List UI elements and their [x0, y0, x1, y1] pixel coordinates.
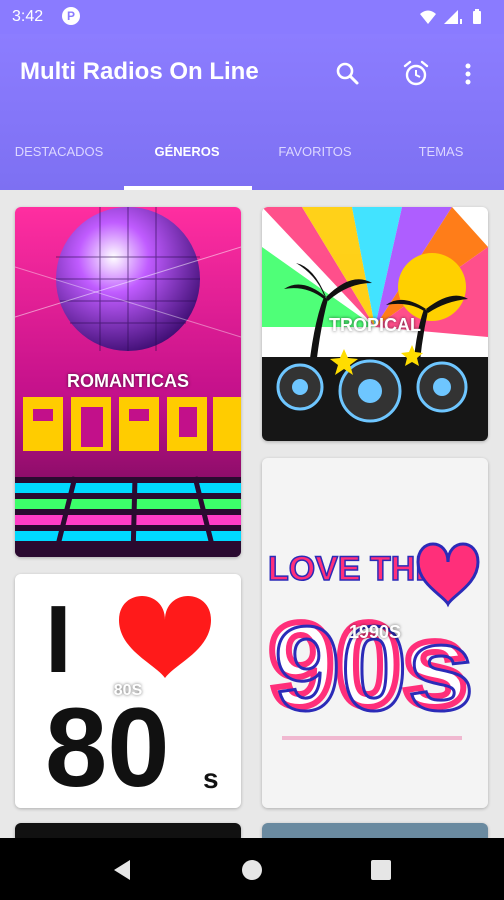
signal-icon: [444, 10, 462, 24]
genre-card-80s[interactable]: I 80 s 80S: [15, 574, 241, 808]
tab-indicator: [124, 186, 252, 190]
search-button[interactable]: [330, 56, 366, 92]
app-title: Multi Radios On Line: [20, 58, 259, 85]
recents-button[interactable]: [368, 857, 394, 883]
navigation-bar: [0, 838, 504, 900]
card-label-romanticas: ROMANTICAS: [67, 371, 189, 391]
app-bar: Multi Radios On Line DESTACADOS GÉNEROS …: [0, 34, 504, 190]
genre-card-tropical[interactable]: TROPICAL: [262, 207, 488, 441]
more-options-button[interactable]: [456, 56, 480, 92]
alarm-icon: [403, 60, 429, 86]
svg-text:80: 80: [45, 685, 170, 808]
genre-card-1990s[interactable]: LOVE THE 90s 90s 1990S: [262, 458, 488, 808]
home-icon: [242, 860, 262, 880]
svg-text:LOVE THE: LOVE THE: [268, 550, 438, 588]
tab-temas[interactable]: TEMAS: [378, 142, 504, 162]
battery-icon: [473, 9, 481, 24]
tab-bar: DESTACADOS GÉNEROS FAVORITOS TEMAS: [0, 136, 504, 190]
home-button[interactable]: [239, 857, 265, 883]
back-icon: [114, 860, 130, 880]
svg-text:s: s: [203, 763, 219, 794]
back-button[interactable]: [110, 857, 136, 883]
svg-text:I: I: [45, 586, 72, 693]
card-label-tropical: TROPICAL: [329, 315, 421, 335]
status-bar: 3:42 P: [0, 0, 504, 34]
status-time: 3:42: [12, 8, 44, 25]
card-label-1990s: 1990S: [348, 622, 402, 642]
tab-generos[interactable]: GÉNEROS: [124, 142, 250, 162]
more-vert-icon: [465, 63, 471, 85]
recents-icon: [371, 860, 391, 880]
alarm-button[interactable]: [398, 56, 434, 92]
status-icons: [418, 8, 492, 31]
search-icon: [336, 62, 359, 85]
app-notification-icon: P: [62, 7, 80, 25]
genre-card-romanticas[interactable]: ROMANTICAS: [15, 207, 241, 557]
wifi-icon: [420, 10, 436, 24]
tab-favoritos[interactable]: FAVORITOS: [252, 142, 378, 162]
card-label-80s: 80S: [113, 682, 143, 699]
tab-destacados[interactable]: DESTACADOS: [0, 142, 122, 162]
